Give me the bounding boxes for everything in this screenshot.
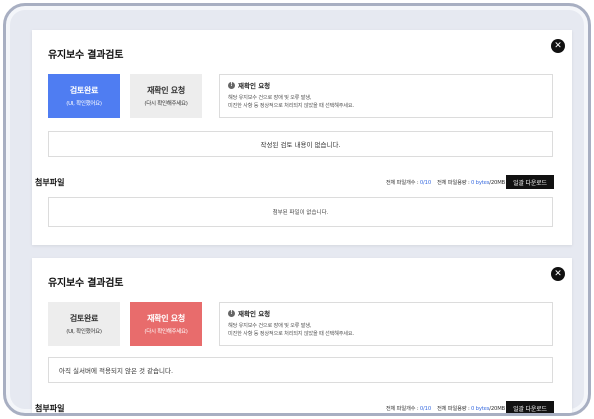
- file-count-label: 전체 파일개수 :: [385, 180, 420, 186]
- recheck-info-box: ! 재확인 요청 해당 유지보수 건으로 장애 및 오류 발생, 미진한 사항 …: [219, 302, 553, 346]
- panel-title: 유지보수 결과검토: [48, 50, 124, 61]
- recheck-request-sub: (다시 확인해주세요): [144, 101, 188, 107]
- device-frame: 유지보수 결과검토 ✕ 검토완료 (UI, 확인했어요) 재확인 요청 (다시 …: [3, 3, 591, 416]
- attachments-meta: 전체 파일개수 : 0/10 전체 파일용량 : 0 bytes/20MB: [386, 404, 505, 412]
- recheck-info-desc-2: 미진한 사항 등 정상적으로 처리되지 않았을 때 선택해주세요.: [228, 331, 354, 337]
- close-icon[interactable]: ✕: [551, 267, 565, 281]
- recheck-info-desc-1: 해당 유지보수 건으로 장애 및 오류 발생,: [228, 95, 312, 101]
- review-message-box: 아직 실서버에 적용되지 않은 것 같습니다.: [48, 357, 553, 383]
- review-complete-label: 검토완료: [69, 86, 99, 95]
- bulk-download-button[interactable]: 일괄 다운로드: [506, 175, 554, 189]
- file-size-total: /20MB: [489, 406, 505, 412]
- review-complete-sub: (UI, 확인했어요): [66, 101, 102, 107]
- review-message: 아직 실서버에 적용되지 않은 것 같습니다.: [59, 367, 174, 375]
- review-complete-sub: (UI, 확인했어요): [66, 329, 102, 335]
- recheck-info-desc-2: 미진한 사항 등 정상적으로 처리되지 않았을 때 선택해주세요.: [228, 103, 354, 109]
- review-message: 작성된 검토 내용이 없습니다.: [260, 141, 341, 149]
- recheck-request-label: 재확인 요청: [147, 86, 185, 95]
- attachments-meta: 전체 파일개수 : 0/10 전체 파일용량 : 0 bytes/20MB: [386, 178, 505, 186]
- review-message-box: 작성된 검토 내용이 없습니다.: [48, 131, 553, 157]
- recheck-request-label: 재확인 요청: [147, 314, 185, 323]
- review-panel: 유지보수 결과검토 ✕ 검토완료 (UI, 확인했어요) 재확인 요청 (다시 …: [32, 258, 572, 413]
- file-size-total: /20MB: [489, 180, 505, 186]
- review-complete-button[interactable]: 검토완료 (UI, 확인했어요): [48, 302, 120, 346]
- file-list-box: 첨부된 파일이 없습니다.: [48, 197, 553, 227]
- file-size-label: 전체 파일용량 :: [436, 180, 472, 186]
- attachments-title: 첨부파일: [35, 404, 65, 413]
- no-files-message: 첨부된 파일이 없습니다.: [272, 210, 329, 216]
- recheck-info-heading: 재확인 요청: [238, 82, 271, 90]
- info-icon: !: [228, 309, 235, 317]
- file-size-label: 전체 파일용량 :: [436, 406, 472, 412]
- recheck-info-heading: 재확인 요청: [238, 310, 271, 318]
- file-size-value: 0 bytes: [471, 406, 490, 412]
- recheck-request-button[interactable]: 재확인 요청 (다시 확인해주세요): [130, 74, 202, 118]
- review-complete-label: 검토완료: [69, 314, 99, 323]
- panel-title: 유지보수 결과검토: [48, 278, 124, 289]
- file-count-value: 0/10: [419, 406, 431, 412]
- recheck-info-desc-1: 해당 유지보수 건으로 장애 및 오류 발생,: [228, 323, 312, 329]
- recheck-request-button[interactable]: 재확인 요청 (다시 확인해주세요): [130, 302, 202, 346]
- bulk-download-button[interactable]: 일괄 다운로드: [506, 401, 554, 413]
- attachments-title: 첨부파일: [35, 178, 65, 187]
- review-complete-button[interactable]: 검토완료 (UI, 확인했어요): [48, 74, 120, 118]
- recheck-request-sub: (다시 확인해주세요): [144, 329, 188, 335]
- info-icon: !: [228, 81, 235, 89]
- file-size-value: 0 bytes: [471, 180, 490, 186]
- recheck-info-box: ! 재확인 요청 해당 유지보수 건으로 장애 및 오류 발생, 미진한 사항 …: [219, 74, 553, 118]
- file-count-label: 전체 파일개수 :: [385, 406, 420, 412]
- close-icon[interactable]: ✕: [551, 39, 565, 53]
- review-panel: 유지보수 결과검토 ✕ 검토완료 (UI, 확인했어요) 재확인 요청 (다시 …: [32, 30, 572, 245]
- file-count-value: 0/10: [419, 180, 431, 186]
